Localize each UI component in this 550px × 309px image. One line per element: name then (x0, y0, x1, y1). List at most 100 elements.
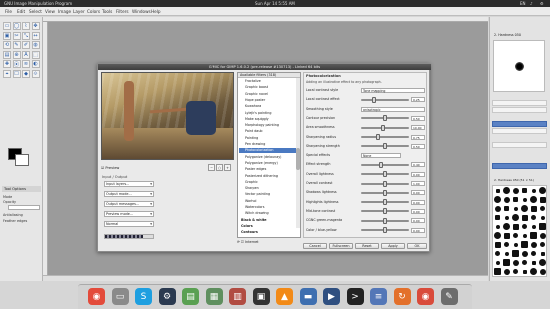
brush-swatch-icon[interactable] (513, 269, 518, 274)
preview-image[interactable] (101, 72, 234, 160)
transform-icon[interactable]: ⬚ (31, 50, 40, 59)
brush-swatch-icon[interactable] (530, 268, 537, 275)
video-icon[interactable]: ▶ (323, 288, 340, 305)
brush-swatch-icon[interactable] (495, 215, 500, 220)
filter-item[interactable]: Hope poster (239, 98, 299, 103)
brush-swatch-icon[interactable] (539, 268, 546, 275)
filter-item[interactable]: Pen drawing (239, 142, 299, 147)
brush-swatch-icon[interactable] (521, 214, 528, 221)
brush-swatch-icon[interactable] (531, 215, 536, 220)
filter-item[interactable]: Posterized dithering (239, 174, 299, 179)
menu-tools[interactable]: Tools (102, 9, 112, 14)
preview-mode-dropdown[interactable]: Preview mode... ▾ (104, 211, 154, 217)
brush-swatch-icon[interactable] (521, 241, 528, 248)
filter-item[interactable]: Fractalize (239, 79, 299, 84)
internet-update-toggle[interactable]: ⟳ ☑ Internet (237, 240, 259, 244)
menu-layer[interactable]: Layer (73, 9, 85, 14)
dock-list-row-selected[interactable] (492, 163, 547, 169)
menu-file[interactable]: File (5, 9, 12, 14)
brush-swatch-icon[interactable] (522, 224, 527, 229)
align-icon[interactable]: ☐ (12, 69, 21, 78)
slider-handle[interactable] (383, 143, 387, 150)
brush-swatch-icon[interactable] (494, 232, 501, 239)
setting-value-field[interactable]: 0.75 (411, 134, 425, 140)
setting-value-field[interactable]: 0.50 (411, 115, 425, 121)
filter-item[interactable]: Photocolorization (239, 148, 299, 154)
setting-value-field[interactable]: 0.00 (411, 190, 425, 196)
color-select-icon[interactable]: ▣ (3, 31, 11, 40)
setting-dropdown[interactable]: anisotropic (361, 106, 425, 112)
airbrush-icon[interactable]: ◍ (31, 41, 40, 49)
setting-slider[interactable] (361, 189, 409, 196)
setting-dropdown[interactable]: Tone mapping (361, 88, 425, 93)
brush-swatch-icon[interactable] (521, 250, 528, 257)
brush-swatch-icon[interactable] (522, 260, 527, 265)
brush-swatch-icon[interactable] (503, 232, 510, 239)
brush-swatch-icon[interactable] (504, 242, 509, 247)
setting-value-field[interactable]: 0.00 (411, 227, 425, 233)
menu-colors[interactable]: Colors (87, 9, 100, 14)
brush-swatch-icon[interactable] (522, 197, 527, 202)
preview-checkbox[interactable]: ☑ Preview (101, 166, 119, 170)
slider-handle[interactable] (380, 124, 385, 131)
folder-icon[interactable]: ▭ (111, 288, 129, 305)
ok-button[interactable]: OK (407, 243, 427, 249)
sync-icon[interactable]: ↻ (393, 288, 411, 305)
filter-category[interactable]: Black & white (239, 218, 299, 223)
brush-swatch-icon[interactable] (530, 241, 537, 248)
feather-edges-option[interactable]: Feather edges (3, 219, 27, 223)
setting-slider[interactable] (361, 199, 409, 206)
filter-list-scrollbar[interactable] (296, 78, 300, 228)
monitor-icon[interactable]: ▣ (252, 288, 270, 305)
brush-swatch-icon[interactable] (522, 188, 527, 193)
background-color-swatch[interactable] (15, 154, 29, 166)
brush-swatch-icon[interactable] (540, 206, 545, 211)
output-mode-dropdown[interactable]: Output mode... ▾ (104, 191, 154, 197)
setting-slider[interactable] (361, 143, 409, 150)
apply-button[interactable]: Apply (381, 243, 405, 249)
brush-swatch-icon[interactable] (503, 259, 510, 266)
brush-swatch-icon[interactable] (504, 215, 509, 220)
brush-icon[interactable]: ✐ (22, 41, 30, 49)
brush-swatch-icon[interactable] (539, 187, 546, 194)
menu-help[interactable]: Help (151, 9, 161, 14)
pencil-icon[interactable]: ✎ (12, 41, 21, 49)
setting-value-field[interactable]: 0.00 (411, 218, 425, 224)
setting-value-field[interactable]: 0.00 (411, 199, 425, 205)
lasso-icon[interactable]: ⌇ (22, 22, 30, 30)
text-icon[interactable]: A (22, 50, 30, 59)
keyboard-indicator[interactable]: EN (520, 1, 526, 6)
brush-swatch-icon[interactable] (513, 197, 518, 202)
dock-list-row[interactable] (492, 128, 547, 134)
brush-swatch-icon[interactable] (539, 196, 546, 203)
brush-swatch-icon[interactable] (512, 259, 519, 266)
filter-item[interactable]: Morphology painting (239, 123, 299, 128)
brush-swatch-icon[interactable] (513, 233, 518, 238)
filter-item[interactable]: Make squiggly (239, 117, 299, 122)
filter-category[interactable]: Contours (239, 230, 299, 235)
fuzzy-select-icon[interactable]: ✥ (31, 22, 40, 30)
input-layers-dropdown[interactable]: Input layers... ▾ (104, 181, 154, 187)
brush-swatch-icon[interactable] (504, 251, 509, 256)
filter-category[interactable]: Colors (239, 224, 299, 229)
slider-handle[interactable] (372, 96, 376, 103)
brush-swatch-icon[interactable] (504, 206, 509, 211)
menu-edit[interactable]: Edit (17, 9, 25, 14)
slider-handle[interactable] (383, 208, 387, 215)
color-picker-icon[interactable]: ⟐ (31, 69, 40, 78)
slider-handle[interactable] (383, 171, 387, 178)
brush-swatch-icon[interactable] (513, 242, 518, 247)
smudge-icon[interactable]: ≋ (22, 60, 30, 68)
brush-swatch-icon[interactable] (530, 205, 537, 212)
brush-swatch-icon[interactable] (495, 251, 500, 256)
brush-swatch-icon[interactable] (521, 205, 528, 212)
setting-slider[interactable] (361, 96, 409, 103)
gimp-icon[interactable]: ✎ (440, 288, 458, 305)
crop-icon[interactable]: ⤡ (22, 31, 30, 40)
filter-item[interactable]: Graphic boost (239, 85, 299, 90)
clone-icon[interactable]: ⊕ (12, 50, 21, 59)
brush-swatch-icon[interactable] (539, 232, 546, 239)
setting-value-field[interactable]: 10.00 (411, 125, 425, 131)
setting-slider[interactable] (361, 180, 409, 187)
opacity-slider[interactable] (8, 205, 40, 210)
